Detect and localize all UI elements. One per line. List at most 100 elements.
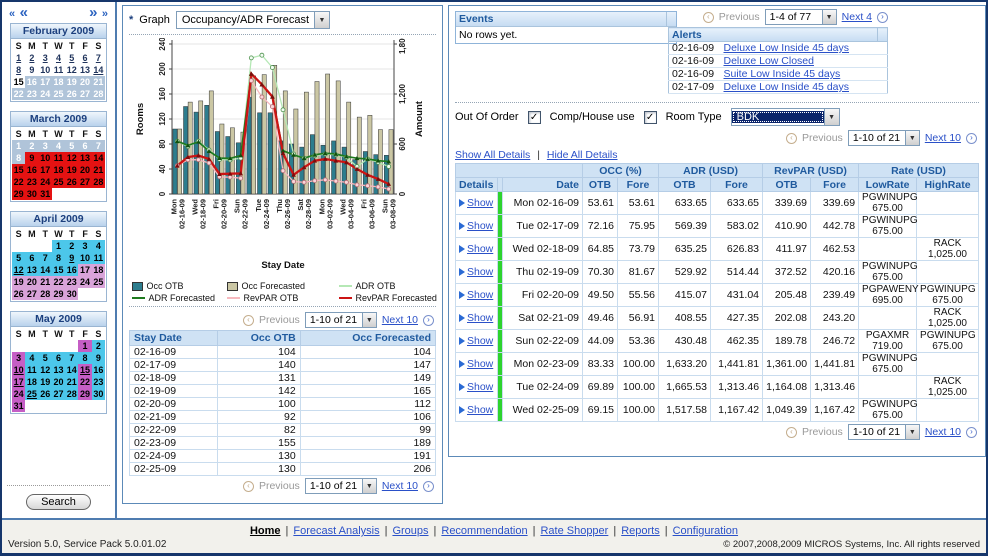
calendar-day[interactable]: 12 (12, 264, 25, 276)
calendar-day[interactable]: 15 (52, 264, 65, 276)
page-range-select[interactable]: 1-10 of 21 (848, 424, 920, 440)
calendar-day[interactable]: 24 (39, 176, 52, 188)
calendar-day[interactable]: 8 (78, 352, 91, 364)
calendar-day[interactable]: 6 (52, 352, 65, 364)
calendar-day[interactable]: 4 (25, 352, 38, 364)
calendar-day[interactable]: 2 (65, 240, 78, 252)
next-button[interactable]: Next 10 (382, 314, 418, 326)
previous-button[interactable]: Previous (259, 314, 300, 326)
calendar-day[interactable]: 26 (65, 176, 78, 188)
calendar-day[interactable]: 27 (78, 88, 91, 100)
alert-link[interactable]: Deluxe Low Inside 45 days (724, 81, 850, 93)
calendar-day[interactable]: 3 (12, 352, 25, 364)
calendar-day[interactable]: 30 (65, 288, 78, 300)
calendar-day[interactable]: 8 (12, 64, 25, 76)
previous-page-icon[interactable]: ‹ (786, 427, 797, 438)
calendar-day[interactable]: 12 (39, 364, 52, 376)
calendar-day[interactable]: 13 (78, 64, 91, 76)
footer-nav-groups[interactable]: Groups (392, 525, 428, 537)
calendar-day[interactable]: 7 (92, 52, 105, 64)
calendar-day[interactable]: 27 (78, 176, 91, 188)
show-details-link[interactable]: Show (467, 266, 493, 278)
calendar-day[interactable]: 4 (92, 240, 105, 252)
alert-link[interactable]: Suite Low Inside 45 days (724, 68, 841, 80)
calendar-day[interactable]: 25 (25, 388, 38, 400)
calendar-day[interactable]: 19 (12, 276, 25, 288)
page-range-select[interactable]: 1-10 of 21 (305, 478, 377, 494)
calendar-day[interactable]: 13 (25, 264, 38, 276)
calendar-day[interactable]: 4 (52, 140, 65, 152)
hide-all-details-link[interactable]: Hide All Details (547, 149, 618, 161)
previous-page-icon[interactable]: ‹ (243, 481, 254, 492)
next-page-icon[interactable]: › (966, 133, 977, 144)
calendar-day[interactable]: 6 (78, 140, 91, 152)
calendar-day[interactable]: 15 (12, 76, 25, 88)
calendar-day[interactable]: 17 (12, 376, 25, 388)
calendar-day[interactable]: 20 (78, 76, 91, 88)
next-month-icon[interactable]: » (89, 4, 97, 21)
calendar-day[interactable]: 14 (92, 64, 105, 76)
calendar-day[interactable]: 22 (12, 176, 25, 188)
calendar-day[interactable]: 28 (65, 388, 78, 400)
calendar-day[interactable]: 21 (39, 276, 52, 288)
calendar-day[interactable]: 8 (12, 152, 25, 164)
calendar-day[interactable]: 28 (92, 88, 105, 100)
calendar-day[interactable]: 5 (65, 140, 78, 152)
next-button[interactable]: Next 4 (842, 11, 872, 23)
calendar-day[interactable]: 5 (12, 252, 25, 264)
chevron-down-icon[interactable] (362, 479, 376, 493)
calendar-day[interactable]: 19 (65, 164, 78, 176)
calendar-day[interactable]: 16 (25, 164, 38, 176)
calendar-day[interactable]: 1 (12, 140, 25, 152)
show-details-link[interactable]: Show (467, 312, 493, 324)
calendar-day[interactable]: 3 (78, 240, 91, 252)
next-button[interactable]: Next 10 (382, 480, 418, 492)
calendar-day[interactable]: 21 (65, 376, 78, 388)
calendar-day[interactable]: 30 (25, 188, 38, 200)
calendar-day[interactable]: 1 (12, 52, 25, 64)
calendar-day[interactable]: 25 (52, 176, 65, 188)
chevron-down-icon[interactable] (314, 12, 329, 28)
calendar-day[interactable]: 10 (39, 64, 52, 76)
show-details-link[interactable]: Show (467, 220, 493, 232)
footer-nav-rate-shopper[interactable]: Rate Shopper (540, 525, 608, 537)
calendar-day[interactable]: 23 (65, 276, 78, 288)
calendar-day[interactable]: 11 (52, 152, 65, 164)
footer-nav-configuration[interactable]: Configuration (673, 525, 738, 537)
calendar-day[interactable]: 26 (39, 388, 52, 400)
calendar-day[interactable]: 13 (52, 364, 65, 376)
calendar-day[interactable]: 22 (12, 88, 25, 100)
calendar-day[interactable]: 21 (92, 76, 105, 88)
previous-page-icon[interactable]: ‹ (786, 133, 797, 144)
calendar-day[interactable]: 12 (65, 152, 78, 164)
calendar-day[interactable]: 2 (25, 52, 38, 64)
alert-link[interactable]: Deluxe Low Closed (724, 55, 814, 67)
calendar-day[interactable]: 6 (25, 252, 38, 264)
calendar-day[interactable]: 14 (65, 364, 78, 376)
calendar-day[interactable]: 7 (92, 140, 105, 152)
calendar-day[interactable]: 20 (52, 376, 65, 388)
calendar-day[interactable]: 24 (12, 388, 25, 400)
next-page-icon[interactable]: › (966, 427, 977, 438)
calendar-day[interactable]: 2 (25, 140, 38, 152)
next-page-icon[interactable]: › (423, 315, 434, 326)
calendar-day[interactable]: 31 (39, 188, 52, 200)
calendar-day[interactable]: 29 (12, 188, 25, 200)
calendar-day[interactable]: 25 (52, 88, 65, 100)
calendar-day[interactable]: 8 (52, 252, 65, 264)
show-details-link[interactable]: Show (467, 358, 493, 370)
chevron-down-icon[interactable] (822, 10, 836, 24)
calendar-day[interactable]: 29 (78, 388, 91, 400)
show-details-link[interactable]: Show (467, 289, 493, 301)
calendar-day[interactable]: 28 (92, 176, 105, 188)
footer-nav-reports[interactable]: Reports (621, 525, 660, 537)
show-details-link[interactable]: Show (467, 404, 493, 416)
chevron-down-icon[interactable] (824, 109, 839, 125)
calendar-day[interactable]: 11 (25, 364, 38, 376)
calendar-day[interactable]: 5 (65, 52, 78, 64)
footer-nav-recommendation[interactable]: Recommendation (441, 525, 527, 537)
calendar-day[interactable]: 23 (25, 176, 38, 188)
show-details-link[interactable]: Show (467, 335, 493, 347)
graph-type-select[interactable]: Occupancy/ADR Forecast (176, 11, 330, 29)
calendar-day[interactable]: 19 (65, 76, 78, 88)
